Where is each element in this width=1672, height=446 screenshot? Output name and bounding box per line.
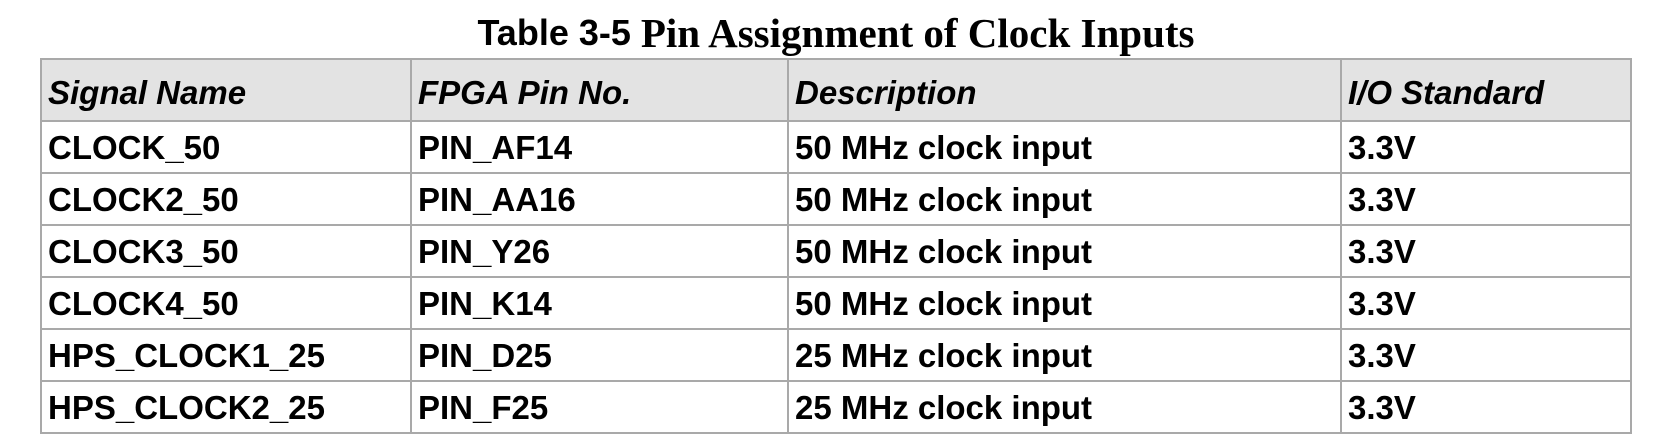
cell-io-standard: 3.3V [1340,328,1632,382]
column-header-signal-name: Signal Name [40,58,412,122]
column-header-fpga-pin-no: FPGA Pin No. [410,58,789,122]
cell-description: 50 MHz clock input [787,224,1342,278]
column-header-description: Description [787,58,1342,122]
cell-signal-name: HPS_CLOCK1_25 [40,328,412,382]
table-row: CLOCK2_50 PIN_AA16 50 MHz clock input 3.… [40,172,1632,226]
table-row: CLOCK4_50 PIN_K14 50 MHz clock input 3.3… [40,276,1632,330]
cell-description: 50 MHz clock input [787,172,1342,226]
table-number: Table 3-5 [477,12,631,53]
cell-fpga-pin: PIN_D25 [410,328,789,382]
cell-fpga-pin: PIN_K14 [410,276,789,330]
cell-io-standard: 3.3V [1340,172,1632,226]
table-row: HPS_CLOCK1_25 PIN_D25 25 MHz clock input… [40,328,1632,382]
cell-signal-name: CLOCK4_50 [40,276,412,330]
cell-description: 25 MHz clock input [787,380,1342,434]
table-row: CLOCK3_50 PIN_Y26 50 MHz clock input 3.3… [40,224,1632,278]
pin-assignment-table: Signal Name FPGA Pin No. Description I/O… [40,58,1632,434]
table-row: HPS_CLOCK2_25 PIN_F25 25 MHz clock input… [40,380,1632,434]
cell-io-standard: 3.3V [1340,224,1632,278]
table-header-row: Signal Name FPGA Pin No. Description I/O… [40,58,1632,122]
cell-signal-name: CLOCK3_50 [40,224,412,278]
table-row: CLOCK_50 PIN_AF14 50 MHz clock input 3.3… [40,120,1632,174]
cell-description: 50 MHz clock input [787,120,1342,174]
cell-signal-name: CLOCK_50 [40,120,412,174]
table-title: Pin Assignment of Clock Inputs [640,10,1195,56]
cell-fpga-pin: PIN_AF14 [410,120,789,174]
column-header-io-standard: I/O Standard [1340,58,1632,122]
cell-fpga-pin: PIN_F25 [410,380,789,434]
cell-signal-name: HPS_CLOCK2_25 [40,380,412,434]
cell-io-standard: 3.3V [1340,120,1632,174]
cell-fpga-pin: PIN_AA16 [410,172,789,226]
cell-description: 25 MHz clock input [787,328,1342,382]
cell-description: 50 MHz clock input [787,276,1342,330]
cell-fpga-pin: PIN_Y26 [410,224,789,278]
cell-signal-name: CLOCK2_50 [40,172,412,226]
cell-io-standard: 3.3V [1340,276,1632,330]
table-caption: Table 3-5 Pin Assignment of Clock Inputs [0,6,1672,60]
cell-io-standard: 3.3V [1340,380,1632,434]
